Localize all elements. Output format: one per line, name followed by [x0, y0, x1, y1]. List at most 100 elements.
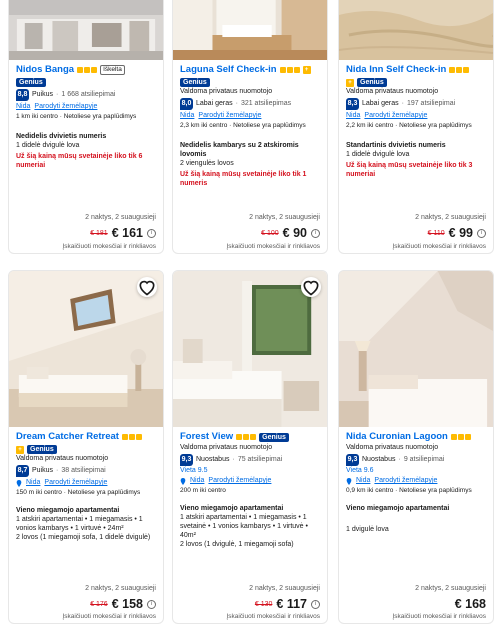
favorite-button[interactable] [137, 277, 157, 297]
stay-length: 2 naktys, 2 suaugusieji [85, 214, 156, 221]
property-photo[interactable] [339, 271, 493, 427]
review-score: 9,3 [346, 454, 359, 466]
room-detail: 2 viengulės lovos [180, 160, 234, 167]
location-link[interactable]: Nida [356, 476, 370, 486]
info-icon[interactable]: i [311, 599, 320, 609]
room-beds: 2 lovos (1 miegamoji sofa, 1 didelė dvig… [16, 534, 151, 541]
favorite-button[interactable] [301, 277, 321, 297]
info-icon[interactable]: i [311, 228, 320, 238]
property-type: Valdoma privataus nuomotojo [16, 455, 109, 462]
property-card[interactable]: Dream Catcher Retreat + Genius Valdoma p… [8, 270, 164, 624]
score-word: Nuostabus [362, 456, 396, 463]
property-name[interactable]: Forest View [180, 431, 233, 443]
show-on-map-link[interactable]: Parodyti žemėlapyje [364, 111, 427, 121]
info-icon[interactable]: i [147, 228, 156, 238]
property-name[interactable]: Nida Inn Self Check-in [346, 64, 446, 76]
room-detail: 1 atskiri apartamentai • 1 miegamasis • … [180, 514, 308, 539]
room-title: Vieno miegamojo apartamentai [346, 505, 450, 512]
room-title: Vieno miegamojo apartamentai [180, 505, 284, 512]
taxes-note: Įskaičiuoti mokesčiai ir rinkliavos [226, 613, 320, 620]
genius-badge: Genius [357, 78, 387, 87]
review-score: 8,3 [346, 98, 359, 110]
show-on-map-link[interactable]: Parodyti žemėlapyje [208, 476, 271, 486]
property-name[interactable]: Laguna Self Check-in [180, 64, 277, 76]
show-on-map-link[interactable]: Parodyti žemėlapyje [374, 476, 437, 486]
star-rating [77, 67, 98, 73]
room-beds: 1 dvigulė lova [346, 526, 389, 533]
urgency-message: Už šią kainą mūsų svetainėje liko tik 3 … [346, 162, 473, 178]
property-type: Valdoma privataus nuomotojo [346, 444, 439, 451]
score-word: Puikus [32, 467, 54, 474]
stay-length: 2 naktys, 2 suaugusieji [249, 585, 320, 592]
map-pin-icon [180, 477, 186, 485]
current-price: € 158 [111, 597, 143, 611]
property-photo[interactable] [339, 0, 493, 60]
property-card[interactable]: Laguna Self Check-in + Genius Valdoma pr… [172, 0, 328, 254]
info-icon[interactable]: i [147, 599, 156, 609]
beach-text: Netoliese yra paplūdimys [399, 122, 472, 129]
distance-text: 200 m iki centro [180, 487, 226, 494]
review-count: 321 atsiliepimas [240, 100, 292, 107]
results-grid: Nidos Banga Iškelta Genius 8,8 Puikus · … [0, 0, 500, 629]
property-card[interactable]: Forest View Genius Valdoma privataus nuo… [172, 270, 328, 624]
distance-text: 150 m iki centro [16, 489, 62, 496]
score-word: Puikus [32, 91, 54, 98]
property-photo[interactable] [9, 271, 163, 427]
genius-badge: Genius [180, 78, 210, 87]
review-count: 38 atsiliepimai [61, 467, 106, 474]
old-price: € 110 [427, 229, 445, 237]
current-price: € 161 [111, 226, 143, 240]
show-on-map-link[interactable]: Parodyti žemėlapyje [34, 102, 97, 112]
taxes-note: Įskaičiuoti mokesčiai ir rinkliavos [62, 243, 156, 250]
location-link[interactable]: Nida [346, 111, 360, 121]
genius-badge: Genius [16, 78, 46, 87]
review-score: 9,3 [180, 454, 193, 466]
location-link[interactable]: Nida [26, 478, 40, 488]
property-type: Valdoma privataus nuomotojo [180, 88, 273, 95]
old-price: € 100 [261, 229, 279, 237]
room-detail: 1 didelė dvigulė lova [16, 142, 80, 149]
property-photo[interactable] [173, 271, 327, 427]
review-score: 8,0 [180, 98, 193, 110]
location-score: Vieta 9.5 [180, 467, 208, 474]
distance-text: 0,9 km iki centro [346, 487, 394, 494]
star-rating [236, 434, 257, 440]
map-pin-icon [346, 477, 352, 485]
promoted-badge: Iškelta [100, 65, 125, 75]
property-name[interactable]: Nidos Banga [16, 64, 74, 76]
distance-text: 2,3 km iki centro [180, 122, 228, 129]
property-type: Valdoma privataus nuomotojo [180, 444, 273, 451]
location-link[interactable]: Nida [180, 111, 194, 121]
show-on-map-link[interactable]: Parodyti žemėlapyje [198, 111, 261, 121]
property-name[interactable]: Nida Curonian Lagoon [346, 431, 448, 443]
room-beds: 2 lovos (1 dvigulė, 1 miegamoji sofa) [180, 541, 294, 548]
beach-text: Netoliese yra paplūdimys [233, 122, 306, 129]
star-rating [121, 434, 142, 440]
taxes-note: Įskaičiuoti mokesčiai ir rinkliavos [392, 613, 486, 620]
star-rating [450, 434, 471, 440]
property-card[interactable]: Nidos Banga Iškelta Genius 8,8 Puikus · … [8, 0, 164, 254]
location-score: Vieta 9.6 [346, 467, 374, 474]
location-link[interactable]: Nida [16, 102, 30, 112]
property-photo[interactable] [9, 0, 163, 60]
info-icon[interactable]: i [477, 228, 486, 238]
property-card[interactable]: Nida Inn Self Check-in + Genius Valdoma … [338, 0, 494, 254]
score-word: Labai geras [362, 100, 399, 107]
current-price: € 90 [282, 226, 307, 240]
property-photo[interactable] [173, 0, 327, 60]
star-rating [279, 67, 300, 73]
genius-badge: Genius [27, 445, 57, 454]
current-price: € 99 [448, 226, 473, 240]
taxes-note: Įskaičiuoti mokesčiai ir rinkliavos [392, 243, 486, 250]
beach-text: Netoliese yra paplūdimys [63, 113, 137, 120]
property-name[interactable]: Dream Catcher Retreat [16, 431, 119, 443]
distance-text: 1 km iki centro [16, 113, 58, 120]
show-on-map-link[interactable]: Parodyti žemėlapyje [44, 478, 107, 488]
room-title: Vieno miegamojo apartamentai [16, 507, 120, 514]
room-title: Standartinis dvivietis numeris [346, 142, 446, 149]
location-link[interactable]: Nida [190, 476, 204, 486]
property-card[interactable]: Nida Curonian Lagoon Valdoma privataus n… [338, 270, 494, 624]
map-pin-icon [16, 479, 22, 487]
review-score: 8,8 [16, 89, 29, 101]
urgency-message: Už šią kainą mūsų svetainėje liko tik 1 … [180, 171, 307, 187]
